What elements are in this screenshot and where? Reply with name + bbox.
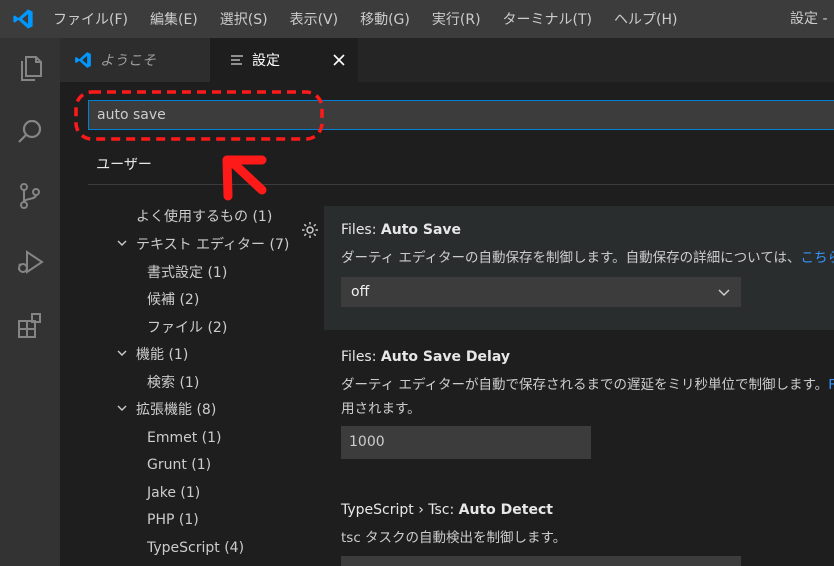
annotation-arrow-icon [222,155,267,201]
run-debug-button[interactable] [0,232,60,292]
extensions-icon [18,313,41,338]
setting-title-auto-save-delay: Files: Auto Save Delay [341,349,510,365]
toc-files[interactable]: ファイル (2) [147,315,227,341]
tab-welcome[interactable]: ようこそ [60,38,210,82]
editor-tab-bar: ようこそ 設定 [60,38,834,82]
title-bar: ファイル(F) 編集(E) 選択(S) 表示(V) 移動(G) 実行(R) ター… [0,0,834,38]
scope-divider [88,184,834,185]
source-control-button[interactable] [0,166,60,226]
run-debug-icon [18,250,44,274]
vscode-logo-icon[interactable] [12,8,34,30]
toc-text-editor[interactable]: テキスト エディター (7) [116,232,289,258]
menu-run[interactable]: 実行(R) [421,9,492,29]
setting-desc-auto-save-delay-line2: 用されます。 [341,401,421,417]
tsc-auto-detect-select[interactable] [341,556,741,566]
toc-jake[interactable]: Jake (1) [147,480,200,506]
learn-more-link[interactable]: こちら [801,250,834,266]
menu-go[interactable]: 移動(G) [349,9,421,29]
menu-selection[interactable]: 選択(S) [209,9,279,29]
toc-commonly-used[interactable]: よく使用するもの (1) [136,204,272,230]
setting-title-tsc-auto-detect: TypeScript › Tsc: Auto Detect [341,502,553,518]
settings-search-box[interactable] [88,100,834,130]
tab-user-settings[interactable]: ユーザー [90,150,158,185]
toc-emmet[interactable]: Emmet (1) [147,425,222,451]
toc-search[interactable]: 検索 (1) [147,370,199,396]
auto-save-select-value: off [351,284,370,300]
setting-title-auto-save: Files: Auto Save [341,222,462,238]
auto-save-select[interactable]: off [341,277,741,307]
menu-view[interactable]: 表示(V) [279,9,350,29]
toc-grunt[interactable]: Grunt (1) [147,452,211,478]
chevron-down-icon [116,342,132,368]
extensions-button[interactable] [0,296,60,356]
menu-bar: ファイル(F) 編集(E) 選択(S) 表示(V) 移動(G) 実行(R) ター… [42,0,688,38]
activity-bar [0,38,60,566]
setting-desc-auto-save: ダーティ エディターの自動保存を制御します。自動保存の詳細については、こちら [341,246,834,266]
menu-file[interactable]: ファイル(F) [42,9,139,29]
toc-extensions[interactable]: 拡張機能 (8) [116,397,216,423]
chevron-down-icon [116,232,132,258]
toc-php[interactable]: PHP (1) [147,507,199,533]
source-control-icon [20,183,40,209]
menu-edit[interactable]: 編集(E) [139,9,209,29]
tab-welcome-label: ようこそ [100,53,156,69]
explorer-button[interactable] [0,38,60,98]
toc-features[interactable]: 機能 (1) [116,342,188,368]
tab-settings-label: 設定 [252,53,280,69]
search-icon [18,119,42,143]
menu-terminal[interactable]: ターミナル(T) [492,9,603,29]
window-title: 設定 - [790,11,828,27]
toc-suggestions[interactable]: 候補 (2) [147,287,199,313]
vscode-logo-icon [75,52,91,68]
auto-save-delay-input[interactable]: 1000 [341,426,591,459]
toc-typescript[interactable]: TypeScript (4) [147,535,244,561]
chevron-down-icon [116,397,132,423]
files-link[interactable]: Fi [828,377,834,393]
chevron-down-icon [718,289,730,297]
settings-list-icon [231,55,243,65]
files-icon [21,56,42,81]
setting-desc-auto-save-delay: ダーティ エディターが自動で保存されるまでの遅延をミリ秒単位で制御します。Fi [341,373,834,393]
tab-settings[interactable]: 設定 [210,38,358,82]
settings-search-input[interactable] [89,101,834,129]
menu-help[interactable]: ヘルプ(H) [603,9,688,29]
setting-desc-tsc-auto-detect: tsc タスクの自動検出を制御します。 [341,530,567,546]
close-icon[interactable] [332,53,346,67]
search-button[interactable] [0,102,60,162]
toc-formatting[interactable]: 書式設定 (1) [147,260,227,286]
gear-icon[interactable] [300,220,320,240]
